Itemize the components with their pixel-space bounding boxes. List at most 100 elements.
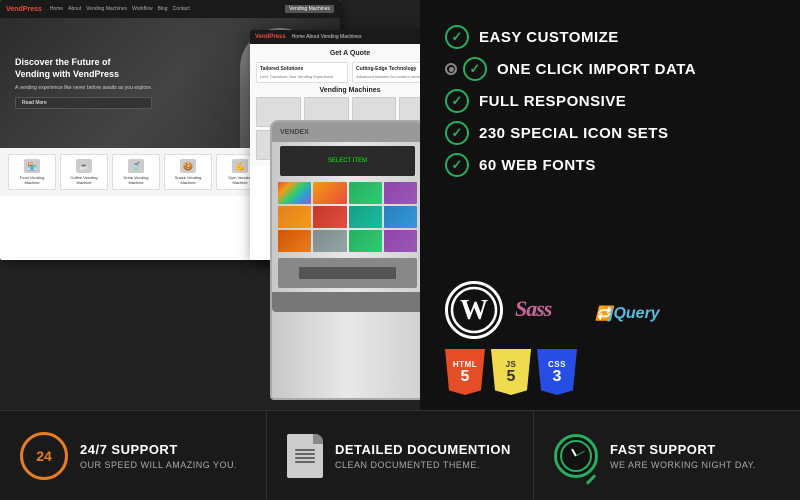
css3-number: 3 — [553, 369, 562, 385]
check-icon-5: ✓ — [445, 153, 469, 177]
jquery-icon: 🔁 jQuery — [593, 296, 668, 324]
icon-label: Snack VendingMachine — [169, 175, 207, 185]
doc-icon-wrap — [287, 434, 323, 478]
clock-inner — [560, 440, 592, 472]
vm-item — [278, 206, 311, 228]
food-vending-icon: 🏪 — [24, 159, 40, 173]
check-icon-3: ✓ — [445, 89, 469, 113]
quote-title: Get A Quote — [256, 50, 420, 57]
radio-indicator — [445, 63, 457, 75]
js-badge: JS 5 — [491, 349, 531, 395]
feature-label-1: EASY CUSTOMIZE — [479, 29, 619, 46]
fast-support-icon-wrap — [554, 434, 598, 478]
vm-item — [349, 206, 382, 228]
feature-full-responsive: ✓ FULL RESPONSIVE — [445, 89, 775, 113]
drink-vending-icon: 🥤 — [128, 159, 144, 173]
clock-hand-minute — [576, 450, 585, 456]
feature-label-2: ONE CLICK IMPORT DATA — [497, 61, 696, 78]
feature-label-3: FULL RESPONSIVE — [479, 93, 626, 110]
quote-box-2: Cutting-Edge Technology Advanced feature… — [352, 62, 420, 83]
doc-item: DETAILED DOCUMENTION CLEAN DOCUMENTED TH… — [267, 411, 534, 500]
svg-text:W: W — [460, 295, 488, 326]
radio-dot-inner — [449, 67, 454, 72]
icon-card-drink: 🥤 Drink VendingMachine — [112, 154, 160, 190]
wordpress-icon: W — [449, 285, 499, 335]
svg-text:jQuery: jQuery — [607, 305, 661, 322]
fast-support-desc: WE ARE WORKING NIGHT DAY. — [610, 460, 756, 470]
fast-support-item: FAST SUPPORT WE ARE WORKING NIGHT DAY. — [534, 411, 800, 500]
clock-icon — [554, 434, 598, 478]
vm-item — [278, 182, 311, 204]
vending-machine-body: VENDEX SELECT ITEM — [270, 120, 420, 400]
doc-title: DETAILED DOCUMENTION — [335, 442, 511, 457]
clock-speed-indicator — [586, 474, 597, 485]
doc-lines — [295, 447, 315, 465]
vm-item — [313, 206, 346, 228]
features-area: ✓ EASY CUSTOMIZE ✓ ONE CLICK IMPORT DATA… — [420, 0, 800, 410]
doc-line — [295, 449, 315, 451]
24-7-icon: 24 — [20, 432, 68, 480]
vending-section-title: Vending Machines — [256, 87, 420, 94]
vm-slot — [299, 267, 396, 279]
sass-logo: Sass — [513, 292, 583, 328]
preview-header: VendPress Home About Vending Machines Wo… — [0, 0, 340, 18]
secondary-logo: VendPress — [255, 34, 286, 40]
support-title: 24/7 SUPPORT — [80, 442, 237, 457]
feature-label-5: 60 WEB FONTS — [479, 157, 596, 174]
feature-easy-customize: ✓ EASY CUSTOMIZE — [445, 25, 775, 49]
quote-row-1: Tailored Solutions Let's Transform Your … — [256, 62, 420, 83]
css3-badge: CSS 3 — [537, 349, 577, 395]
preview-area: VendPress Home About Vending Machines Wo… — [0, 0, 420, 410]
top-section: VendPress Home About Vending Machines Wo… — [0, 0, 800, 410]
coffee-vending-icon: ☕ — [76, 159, 92, 173]
support-desc: OUR SPEED WILL AMAZING YOU. — [80, 460, 237, 470]
gym-vending-icon: 💪 — [232, 159, 248, 173]
vm-item — [384, 182, 417, 204]
hero-title: Discover the Future ofVending with VendP… — [15, 57, 152, 80]
secondary-header: VendPress Home About Vending Machines — [250, 30, 420, 44]
vm-item — [313, 182, 346, 204]
vm-item — [349, 182, 382, 204]
jquery-logo-wrap: 🔁 jQuery — [593, 296, 668, 324]
svg-text:Sass: Sass — [515, 296, 552, 321]
preview-nav: Home About Vending Machines Workflow Blo… — [50, 6, 190, 12]
features-list: ✓ EASY CUSTOMIZE ✓ ONE CLICK IMPORT DATA… — [445, 25, 775, 273]
documentation-icon — [287, 434, 323, 478]
vm-bottom — [278, 258, 417, 288]
snack-vending-icon: 🍪 — [180, 159, 196, 173]
html5-badge: HTML 5 — [445, 349, 485, 395]
vm-top-bar: VENDEX — [272, 122, 420, 142]
vm-item — [278, 230, 311, 252]
hero-readmore-btn[interactable]: Read More — [15, 97, 152, 109]
vm-item — [349, 230, 382, 252]
feature-one-click: ✓ ONE CLICK IMPORT DATA — [445, 57, 775, 81]
doc-line — [295, 457, 315, 459]
vm-item — [384, 206, 417, 228]
preview-logo: VendPress — [6, 6, 42, 13]
icon-card-coffee: ☕ Coffee VendingMachine — [60, 154, 108, 190]
feature-icon-sets: ✓ 230 SPECIAL ICON SETS — [445, 121, 775, 145]
fast-support-text: FAST SUPPORT WE ARE WORKING NIGHT DAY. — [610, 442, 756, 470]
html5-number: 5 — [461, 369, 470, 385]
vm-base — [272, 292, 420, 312]
fast-support-title: FAST SUPPORT — [610, 442, 756, 457]
doc-line — [295, 453, 315, 455]
vm-item — [313, 230, 346, 252]
check-icon-2: ✓ — [463, 57, 487, 81]
icon-label: Food VendingMachine — [13, 175, 51, 185]
bottom-bar: 24 24/7 SUPPORT OUR SPEED WILL AMAZING Y… — [0, 410, 800, 500]
sass-icon: Sass — [513, 292, 583, 322]
vm-item — [384, 230, 417, 252]
doc-text: DETAILED DOCUMENTION CLEAN DOCUMENTED TH… — [335, 442, 511, 470]
quote-box-1: Tailored Solutions Let's Transform Your … — [256, 62, 348, 83]
js-number: 5 — [507, 369, 516, 385]
vm-screen: SELECT ITEM — [280, 146, 415, 176]
feature-web-fonts: ✓ 60 WEB FONTS — [445, 153, 775, 177]
icon-card-food: 🏪 Food VendingMachine — [8, 154, 56, 190]
hero-text: Discover the Future ofVending with VendP… — [15, 57, 152, 108]
feature-label-4: 230 SPECIAL ICON SETS — [479, 125, 668, 142]
icon-label: Coffee VendingMachine — [65, 175, 103, 185]
hero-subtitle: A vending experience like never before a… — [15, 85, 152, 91]
icon-card-snack: 🍪 Snack VendingMachine — [164, 154, 212, 190]
preview-nav-btn: Vending Machines — [285, 5, 334, 13]
